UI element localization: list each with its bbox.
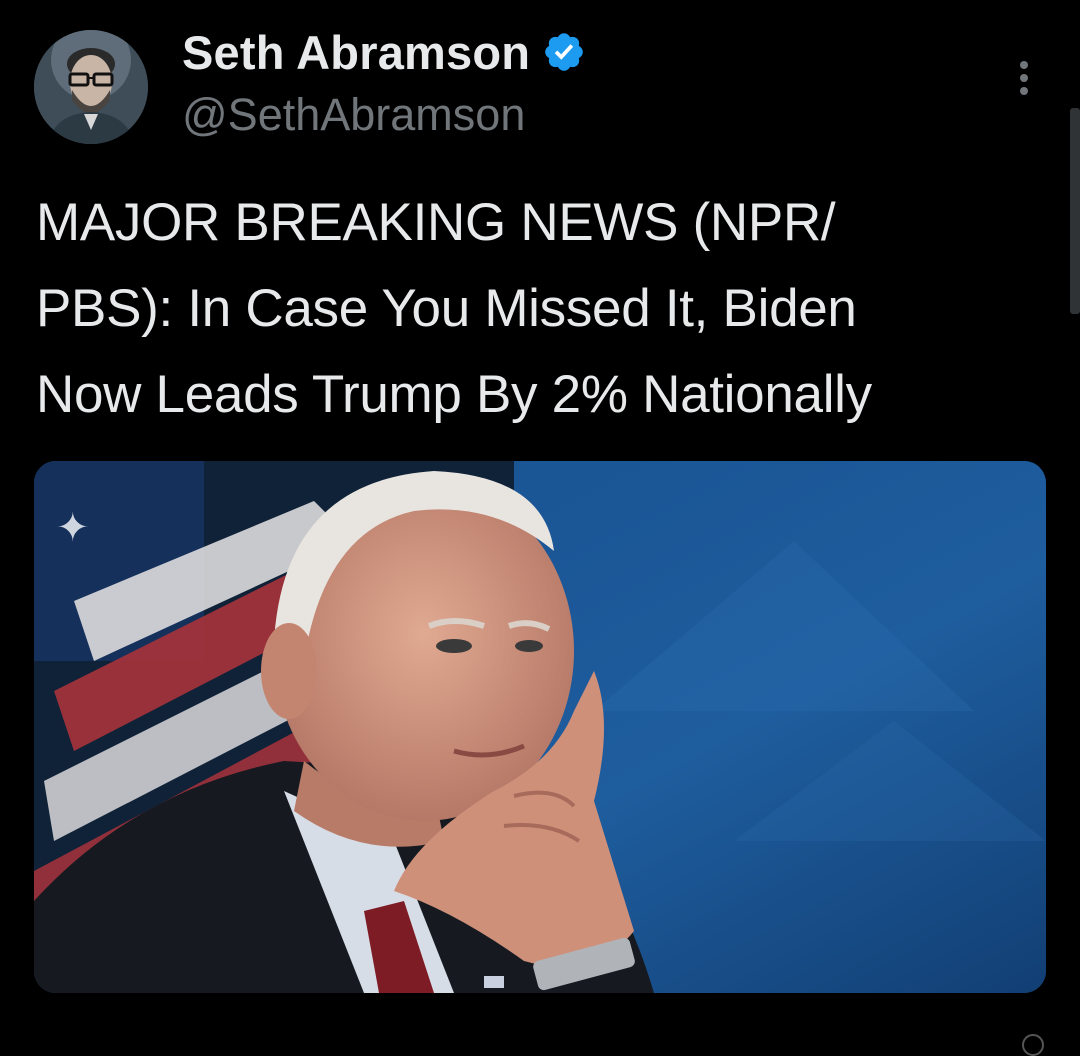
author-handle[interactable]: @SethAbramson bbox=[182, 89, 525, 141]
author-display-name[interactable]: Seth Abramson bbox=[182, 25, 530, 80]
svg-text:✦: ✦ bbox=[56, 505, 90, 551]
author-avatar[interactable] bbox=[34, 30, 148, 144]
tweet-text-line: PBS): In Case You Missed It, Biden bbox=[36, 279, 857, 338]
more-options-button[interactable] bbox=[1004, 58, 1044, 98]
tweet-text: MAJOR BREAKING NEWS (NPR/ PBS): In Case … bbox=[36, 180, 1046, 438]
avatar-photo bbox=[34, 30, 148, 144]
tweet-media-photo[interactable]: ✦ bbox=[34, 461, 1046, 993]
scroll-indicator bbox=[1022, 1034, 1044, 1056]
tweet-text-line: MAJOR BREAKING NEWS (NPR/ bbox=[36, 193, 836, 252]
tweet-text-line: Now Leads Trump By 2% Nationally bbox=[36, 365, 872, 424]
verified-badge-icon bbox=[542, 30, 586, 74]
more-vertical-icon bbox=[1020, 61, 1028, 95]
author-name-row[interactable]: Seth Abramson bbox=[182, 24, 586, 80]
news-photo: ✦ bbox=[34, 461, 1046, 993]
scrollbar[interactable] bbox=[1070, 108, 1080, 314]
